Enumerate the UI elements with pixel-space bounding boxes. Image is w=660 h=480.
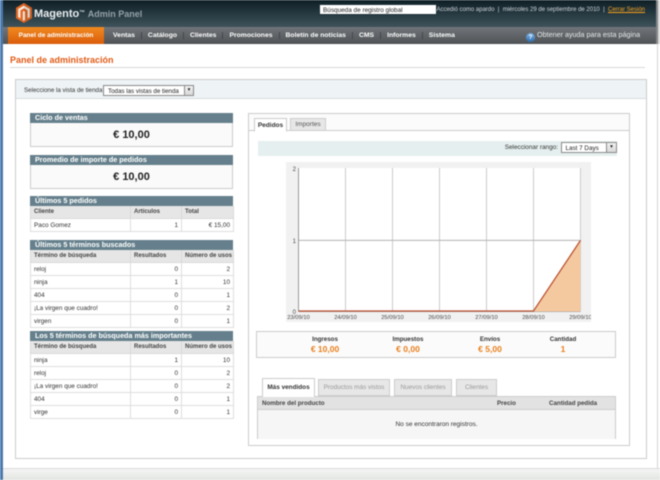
svg-text:28/09/10: 28/09/10 [522,315,545,321]
svg-text:23/09/10: 23/09/10 [287,315,310,321]
svg-text:29/09/10: 29/09/10 [569,315,591,321]
svg-text:25/09/10: 25/09/10 [381,315,404,321]
svg-text:27/09/10: 27/09/10 [475,315,498,321]
svg-text:26/09/10: 26/09/10 [428,315,451,321]
svg-text:24/09/10: 24/09/10 [334,315,357,321]
